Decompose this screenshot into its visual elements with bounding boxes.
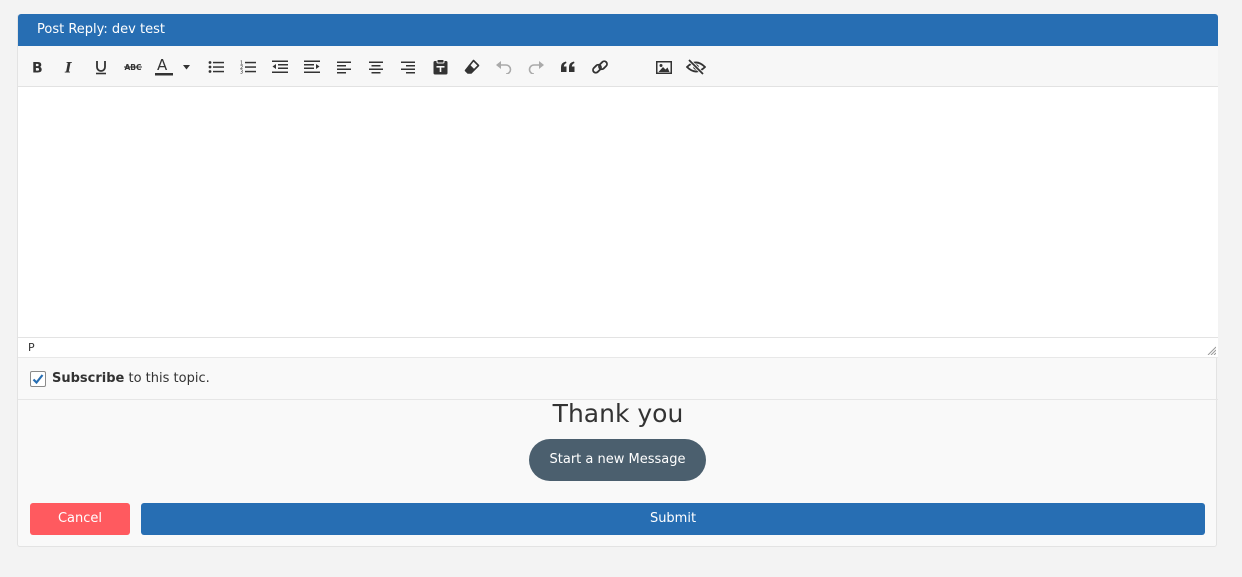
submit-button[interactable]: Submit bbox=[141, 503, 1205, 535]
indent-icon bbox=[304, 60, 320, 73]
svg-text:I: I bbox=[64, 61, 72, 75]
text-color-button[interactable]: A bbox=[153, 56, 195, 78]
checkmark-icon bbox=[32, 374, 44, 385]
redo-button[interactable] bbox=[525, 56, 547, 78]
strikethrough-button[interactable]: ABC bbox=[122, 56, 144, 78]
outdent-icon bbox=[272, 60, 288, 73]
underline-icon bbox=[96, 61, 106, 75]
blockquote-button[interactable] bbox=[557, 56, 579, 78]
bold-icon: B bbox=[32, 61, 43, 75]
element-path[interactable]: P bbox=[28, 341, 35, 354]
subscribe-bold: Subscribe bbox=[52, 371, 125, 386]
undo-button[interactable] bbox=[493, 56, 515, 78]
subscribe-row: Subscribe to this topic. bbox=[18, 358, 1218, 400]
blockquote-icon bbox=[561, 61, 575, 72]
undo-icon bbox=[496, 61, 512, 74]
paste-button[interactable] bbox=[429, 56, 451, 78]
hide-icon bbox=[686, 59, 706, 75]
svg-text:B: B bbox=[32, 61, 43, 75]
strikethrough-icon: ABC bbox=[124, 63, 142, 72]
redo-icon bbox=[528, 61, 544, 74]
bold-button[interactable]: B bbox=[26, 56, 48, 78]
reply-header: Post Reply: dev test bbox=[18, 14, 1218, 46]
align-left-icon bbox=[337, 61, 351, 73]
align-right-icon bbox=[401, 61, 415, 73]
thank-you-heading: Thank you bbox=[552, 399, 684, 428]
text-color-icon: A bbox=[155, 57, 190, 76]
resize-grip-icon[interactable] bbox=[1206, 345, 1216, 355]
align-left-button[interactable] bbox=[333, 56, 355, 78]
italic-button[interactable]: I bbox=[58, 56, 80, 78]
hide-button[interactable] bbox=[685, 56, 707, 78]
italic-icon: I bbox=[64, 61, 72, 75]
svg-text:3: 3 bbox=[240, 70, 243, 75]
bullet-list-button[interactable] bbox=[205, 56, 227, 78]
subscribe-rest: to this topic. bbox=[124, 371, 210, 386]
numbered-list-button[interactable]: 123 bbox=[237, 56, 259, 78]
link-icon bbox=[592, 60, 608, 74]
cancel-button[interactable]: Cancel bbox=[30, 503, 130, 535]
indent-button[interactable] bbox=[301, 56, 323, 78]
subscribe-label[interactable]: Subscribe to this topic. bbox=[52, 371, 210, 387]
align-right-button[interactable] bbox=[397, 56, 419, 78]
image-icon bbox=[656, 60, 672, 74]
reply-title: Post Reply: dev test bbox=[37, 22, 165, 37]
underline-button[interactable] bbox=[90, 56, 112, 78]
subscribe-checkbox[interactable] bbox=[30, 371, 46, 387]
bullet-list-icon bbox=[208, 61, 224, 73]
editor-toolbar: B I ABC A 123 bbox=[18, 46, 1218, 87]
align-center-icon bbox=[369, 61, 383, 73]
outdent-button[interactable] bbox=[269, 56, 291, 78]
editor-content-area[interactable] bbox=[18, 87, 1218, 338]
eraser-icon bbox=[464, 59, 480, 74]
reply-panel: Post Reply: dev test B I ABC A 123 P Sub… bbox=[17, 14, 1218, 547]
eraser-button[interactable] bbox=[461, 56, 483, 78]
align-center-button[interactable] bbox=[365, 56, 387, 78]
image-button[interactable] bbox=[653, 56, 675, 78]
svg-text:A: A bbox=[157, 57, 168, 74]
link-button[interactable] bbox=[589, 56, 611, 78]
paste-icon bbox=[433, 59, 447, 75]
editor-statusbar: P bbox=[18, 338, 1218, 358]
numbered-list-icon: 123 bbox=[240, 61, 256, 75]
start-new-message-button[interactable]: Start a new Message bbox=[529, 439, 706, 481]
